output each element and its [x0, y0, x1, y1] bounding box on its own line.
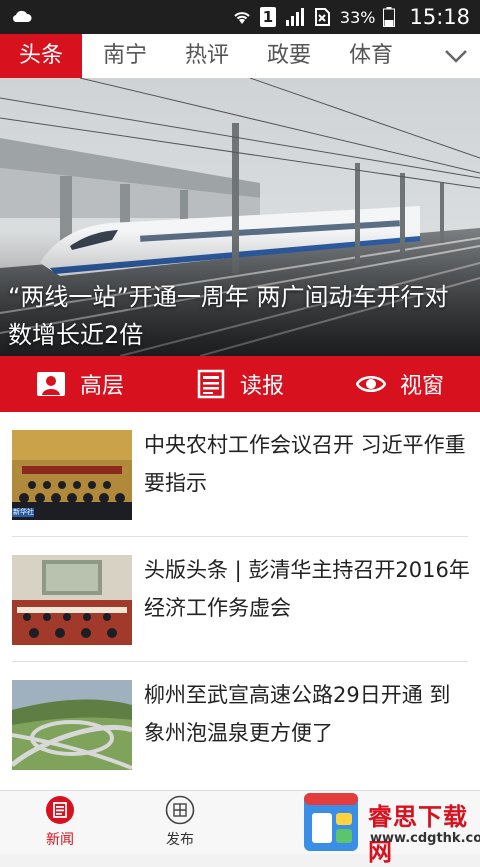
newspaper-icon	[197, 369, 225, 399]
tab-headlines[interactable]: 头条	[0, 34, 82, 78]
wifi-icon	[234, 12, 250, 24]
no-sim-icon	[314, 8, 330, 26]
battery-percent: 33%	[339, 7, 376, 27]
site-watermark: 睿思下载网 www.cdgthk.com	[260, 791, 480, 866]
tab-politics[interactable]: 政要	[248, 34, 330, 78]
news-thumbnail	[12, 555, 132, 645]
news-title[interactable]: 头版头条 | 彭清华主持召开2016年经济工作务虚会	[144, 551, 470, 627]
tab-sports[interactable]: 体育	[330, 34, 412, 78]
news-title[interactable]: 中央农村工作会议召开 习近平作重要指示	[144, 426, 470, 502]
watermark-url: www.cdgthk.com	[370, 831, 480, 846]
category-tabs: 头条 南宁 热评 政要 体育	[0, 34, 480, 79]
tab-nanning[interactable]: 南宁	[84, 34, 166, 78]
quick-video-label: 视窗	[399, 374, 444, 399]
hero-title[interactable]: “两线一站”开通一周年 两广间动车开行对数增长近2倍	[8, 278, 472, 354]
quick-nav-bar: 高层 读报 视窗	[0, 356, 480, 412]
quick-newspaper-label: 读报	[239, 374, 284, 399]
news-thumbnail: 新华社	[12, 430, 132, 520]
list-item[interactable]: 头版头条 | 彭清华主持召开2016年经济工作务虚会	[0, 537, 480, 662]
status-bar: 1 33% 15:18	[0, 0, 480, 34]
news-title[interactable]: 柳州至武宣高速公路29日开通 到象州泡温泉更方便了	[144, 676, 470, 752]
tab-commentary[interactable]: 热评	[166, 34, 248, 78]
sim-slot-badge: 1	[259, 7, 276, 27]
thumbnail-caption: 新华社	[13, 508, 34, 516]
bottom-nav: 新闻 发布 睿思下载网 www.cdgthk.com	[0, 790, 480, 866]
news-thumbnail	[12, 680, 132, 770]
clock: 15:18	[409, 5, 470, 29]
nav-news-label: 新闻	[46, 832, 74, 848]
list-item[interactable]: 柳州至武宣高速公路29日开通 到象州泡温泉更方便了	[0, 662, 480, 787]
eye-icon	[355, 376, 386, 392]
hero-banner[interactable]: “两线一站”开通一周年 两广间动车开行对数增长近2倍	[0, 78, 480, 356]
person-icon	[36, 372, 65, 396]
quick-leaders-label: 高层	[79, 374, 124, 399]
news-icon	[46, 796, 74, 824]
quick-video-button[interactable]: 视窗	[320, 356, 480, 412]
nav-publish[interactable]: 发布	[140, 795, 220, 849]
battery-icon	[383, 7, 396, 27]
quick-leaders-button[interactable]: 高层	[0, 356, 160, 412]
chevron-down-icon[interactable]	[444, 44, 468, 68]
nav-publish-label: 发布	[166, 832, 194, 848]
quick-newspaper-button[interactable]: 读报	[160, 356, 320, 412]
signal-icon	[285, 8, 304, 26]
nav-news[interactable]: 新闻	[20, 795, 100, 849]
cloud-icon	[13, 10, 32, 22]
watermark-logo	[304, 793, 358, 851]
news-list: 新华社 中央农村工作会议召开 习近平作重要指示 头版头条 | 彭清华主持召开20…	[0, 412, 480, 790]
grid-circle-icon	[165, 795, 195, 825]
list-item[interactable]: 新华社 中央农村工作会议召开 习近平作重要指示	[0, 412, 480, 537]
